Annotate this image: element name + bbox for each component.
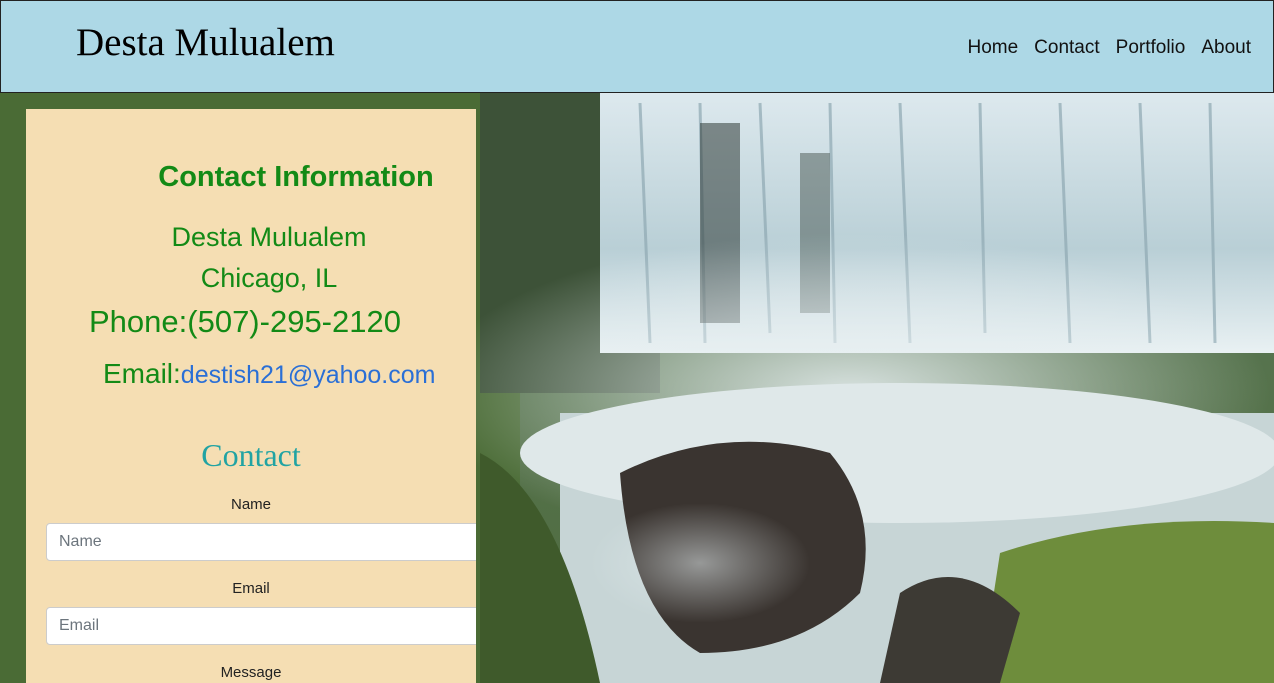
nav-portfolio[interactable]: Portfolio — [1116, 36, 1186, 60]
contact-panel: Contact Information Desta Mulualem Chica… — [26, 109, 476, 683]
name-input[interactable] — [46, 523, 476, 561]
message-label: Message — [220, 664, 282, 681]
email-link[interactable]: destish21@yahoo.com — [181, 361, 436, 389]
phone-number: (507)-295-2120 — [187, 304, 401, 339]
contact-city: Chicago, IL — [200, 263, 338, 293]
navbar: Desta Mulualem Home Contact Portfolio Ab… — [0, 0, 1274, 93]
contact-email: Email:destish21@yahoo.com — [103, 358, 435, 390]
name-label: Name — [230, 496, 271, 513]
email-input[interactable] — [46, 607, 476, 645]
main-nav: Home Contact Portfolio About — [967, 36, 1251, 60]
email-field-label: Email — [232, 580, 270, 597]
nav-contact[interactable]: Contact — [1034, 36, 1099, 60]
nav-home[interactable]: Home — [967, 36, 1018, 60]
contact-phone: Phone:(507)-295-2120 — [89, 304, 401, 340]
phone-label: Phone: — [89, 304, 188, 339]
form-title: Contact — [201, 437, 301, 473]
email-label: Email: — [103, 358, 181, 389]
contact-name: Desta Mulualem — [171, 222, 367, 252]
nav-about[interactable]: About — [1201, 36, 1251, 60]
brand-link[interactable]: Desta Mulualem — [76, 20, 335, 66]
contact-info-title: Contact Information — [158, 161, 434, 193]
